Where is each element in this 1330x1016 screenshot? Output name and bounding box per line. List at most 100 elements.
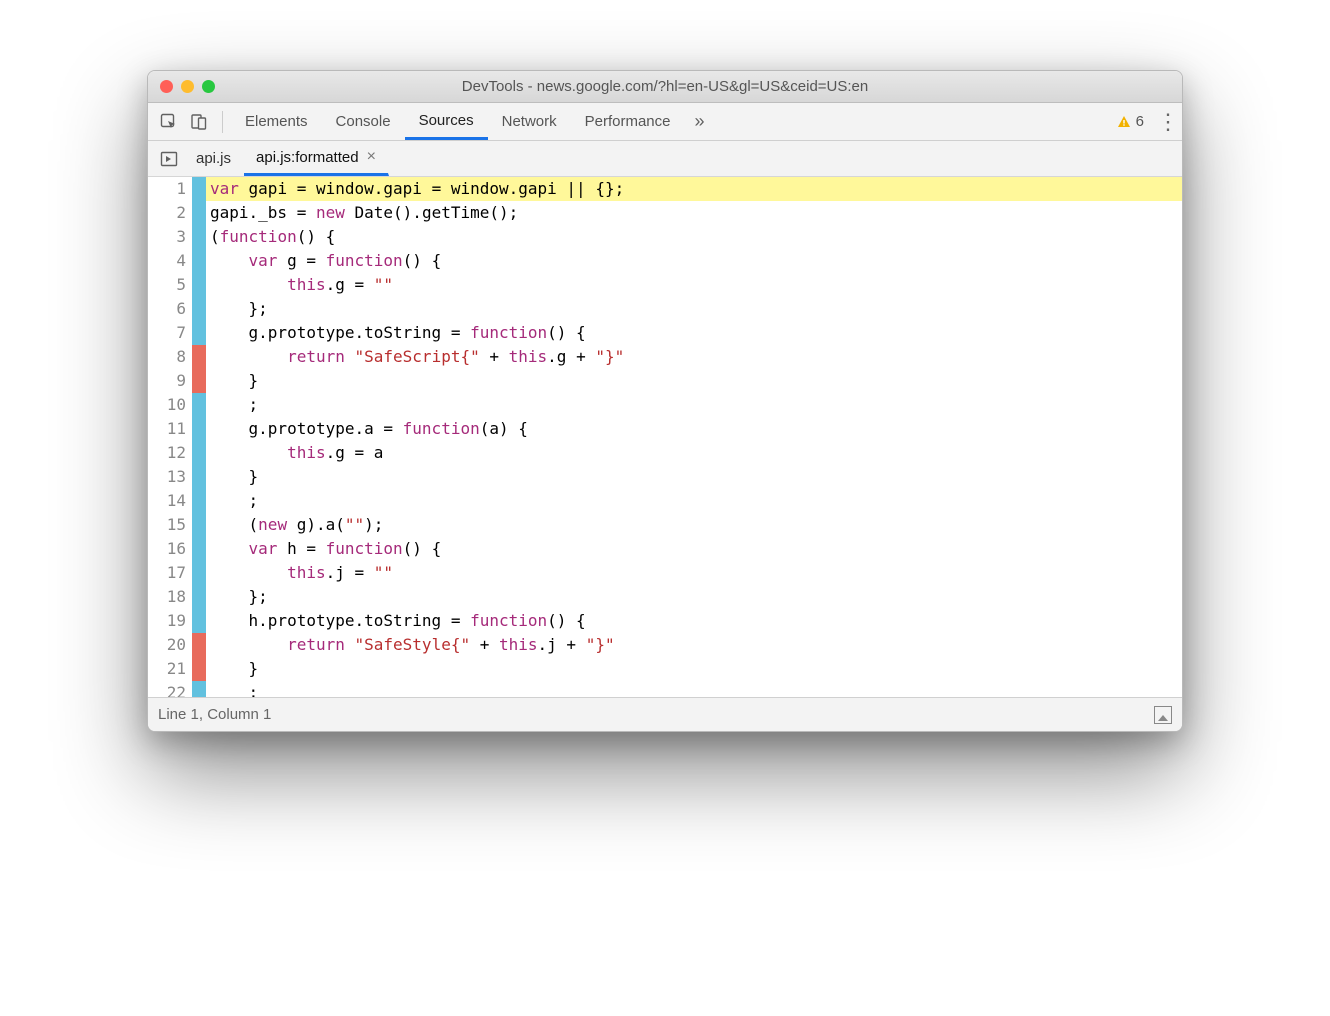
line-number[interactable]: 8 bbox=[148, 345, 192, 369]
code-line[interactable]: 8 return "SafeScript{" + this.g + "}" bbox=[148, 345, 1182, 369]
zoom-window-button[interactable] bbox=[202, 80, 215, 93]
line-number[interactable]: 13 bbox=[148, 465, 192, 489]
line-number[interactable]: 16 bbox=[148, 537, 192, 561]
code-text: }; bbox=[206, 297, 1182, 321]
line-number[interactable]: 9 bbox=[148, 369, 192, 393]
source-editor[interactable]: 1 var gapi = window.gapi = window.gapi ||… bbox=[148, 177, 1182, 697]
line-number[interactable]: 3 bbox=[148, 225, 192, 249]
coverage-covered bbox=[192, 465, 206, 489]
code-text: } bbox=[206, 657, 1182, 681]
coverage-covered bbox=[192, 321, 206, 345]
line-number[interactable]: 6 bbox=[148, 297, 192, 321]
code-line[interactable]: 5 this.g = "" bbox=[148, 273, 1182, 297]
separator bbox=[222, 111, 223, 133]
code-text: } bbox=[206, 369, 1182, 393]
code-text: this.g = a bbox=[206, 441, 1182, 465]
code-line[interactable]: 13 } bbox=[148, 465, 1182, 489]
status-bar: Line 1, Column 1 bbox=[148, 697, 1182, 731]
file-tabstrip: api.jsapi.js:formatted× bbox=[148, 141, 1182, 177]
coverage-covered bbox=[192, 585, 206, 609]
code-line[interactable]: 19 h.prototype.toString = function() { bbox=[148, 609, 1182, 633]
line-number[interactable]: 19 bbox=[148, 609, 192, 633]
coverage-covered bbox=[192, 609, 206, 633]
line-number[interactable]: 5 bbox=[148, 273, 192, 297]
code-line[interactable]: 14 ; bbox=[148, 489, 1182, 513]
filetab-api-js-formatted[interactable]: api.js:formatted× bbox=[244, 141, 389, 176]
code-text: } bbox=[206, 465, 1182, 489]
code-line[interactable]: 9 } bbox=[148, 369, 1182, 393]
device-toolbar-icon[interactable] bbox=[184, 107, 214, 137]
coverage-uncovered bbox=[192, 369, 206, 393]
code-line[interactable]: 7 g.prototype.toString = function() { bbox=[148, 321, 1182, 345]
line-number[interactable]: 2 bbox=[148, 201, 192, 225]
tab-console[interactable]: Console bbox=[322, 103, 405, 140]
close-window-button[interactable] bbox=[160, 80, 173, 93]
code-line[interactable]: 12 this.g = a bbox=[148, 441, 1182, 465]
code-line[interactable]: 10 ; bbox=[148, 393, 1182, 417]
filetab-api-js[interactable]: api.js bbox=[184, 141, 244, 176]
line-number[interactable]: 4 bbox=[148, 249, 192, 273]
window-controls bbox=[160, 80, 215, 93]
kebab-menu-icon[interactable]: ⋮ bbox=[1154, 109, 1182, 135]
code-line[interactable]: 1 var gapi = window.gapi = window.gapi ||… bbox=[148, 177, 1182, 201]
line-number[interactable]: 7 bbox=[148, 321, 192, 345]
coverage-covered bbox=[192, 489, 206, 513]
tabs-overflow-button[interactable]: » bbox=[685, 107, 715, 137]
coverage-covered bbox=[192, 297, 206, 321]
show-drawer-icon[interactable] bbox=[1154, 706, 1172, 724]
line-number[interactable]: 15 bbox=[148, 513, 192, 537]
code-line[interactable]: 22 ; bbox=[148, 681, 1182, 697]
code-panel: 1 var gapi = window.gapi = window.gapi ||… bbox=[148, 177, 1182, 697]
tab-elements[interactable]: Elements bbox=[231, 103, 322, 140]
code-text: var gapi = window.gapi = window.gapi || … bbox=[206, 177, 1182, 201]
code-text: ; bbox=[206, 393, 1182, 417]
titlebar: DevTools - news.google.com/?hl=en-US&gl=… bbox=[148, 71, 1182, 103]
code-line[interactable]: 3(function() { bbox=[148, 225, 1182, 249]
main-tabstrip: ElementsConsoleSourcesNetworkPerformance… bbox=[148, 103, 1182, 141]
navigator-toggle-icon[interactable] bbox=[154, 144, 184, 174]
close-icon[interactable]: × bbox=[367, 148, 376, 166]
code-line[interactable]: 16 var h = function() { bbox=[148, 537, 1182, 561]
code-text: ; bbox=[206, 489, 1182, 513]
code-text: return "SafeStyle{" + this.j + "}" bbox=[206, 633, 1182, 657]
line-number[interactable]: 21 bbox=[148, 657, 192, 681]
code-text: }; bbox=[206, 585, 1182, 609]
code-line[interactable]: 17 this.j = "" bbox=[148, 561, 1182, 585]
line-number[interactable]: 12 bbox=[148, 441, 192, 465]
code-line[interactable]: 2gapi._bs = new Date().getTime(); bbox=[148, 201, 1182, 225]
inspect-icon[interactable] bbox=[154, 107, 184, 137]
code-text: this.g = "" bbox=[206, 273, 1182, 297]
code-line[interactable]: 15 (new g).a(""); bbox=[148, 513, 1182, 537]
line-number[interactable]: 11 bbox=[148, 417, 192, 441]
coverage-covered bbox=[192, 225, 206, 249]
line-number[interactable]: 1 bbox=[148, 177, 192, 201]
line-number[interactable]: 10 bbox=[148, 393, 192, 417]
line-number[interactable]: 18 bbox=[148, 585, 192, 609]
tab-sources[interactable]: Sources bbox=[405, 103, 488, 140]
code-text: var g = function() { bbox=[206, 249, 1182, 273]
window-title: DevTools - news.google.com/?hl=en-US&gl=… bbox=[148, 78, 1182, 95]
code-line[interactable]: 6 }; bbox=[148, 297, 1182, 321]
code-line[interactable]: 11 g.prototype.a = function(a) { bbox=[148, 417, 1182, 441]
code-text: g.prototype.a = function(a) { bbox=[206, 417, 1182, 441]
warnings-counter[interactable]: 6 bbox=[1117, 113, 1144, 130]
code-text: ; bbox=[206, 681, 1182, 697]
code-text: return "SafeScript{" + this.g + "}" bbox=[206, 345, 1182, 369]
line-number[interactable]: 14 bbox=[148, 489, 192, 513]
line-number[interactable]: 17 bbox=[148, 561, 192, 585]
code-line[interactable]: 21 } bbox=[148, 657, 1182, 681]
code-line[interactable]: 20 return "SafeStyle{" + this.j + "}" bbox=[148, 633, 1182, 657]
line-number[interactable]: 22 bbox=[148, 681, 192, 697]
code-text: (new g).a(""); bbox=[206, 513, 1182, 537]
code-line[interactable]: 18 }; bbox=[148, 585, 1182, 609]
coverage-covered bbox=[192, 441, 206, 465]
code-text: h.prototype.toString = function() { bbox=[206, 609, 1182, 633]
minimize-window-button[interactable] bbox=[181, 80, 194, 93]
tab-network[interactable]: Network bbox=[488, 103, 571, 140]
warnings-count: 6 bbox=[1136, 113, 1144, 130]
tab-performance[interactable]: Performance bbox=[571, 103, 685, 140]
line-number[interactable]: 20 bbox=[148, 633, 192, 657]
code-text: g.prototype.toString = function() { bbox=[206, 321, 1182, 345]
code-line[interactable]: 4 var g = function() { bbox=[148, 249, 1182, 273]
coverage-covered bbox=[192, 513, 206, 537]
